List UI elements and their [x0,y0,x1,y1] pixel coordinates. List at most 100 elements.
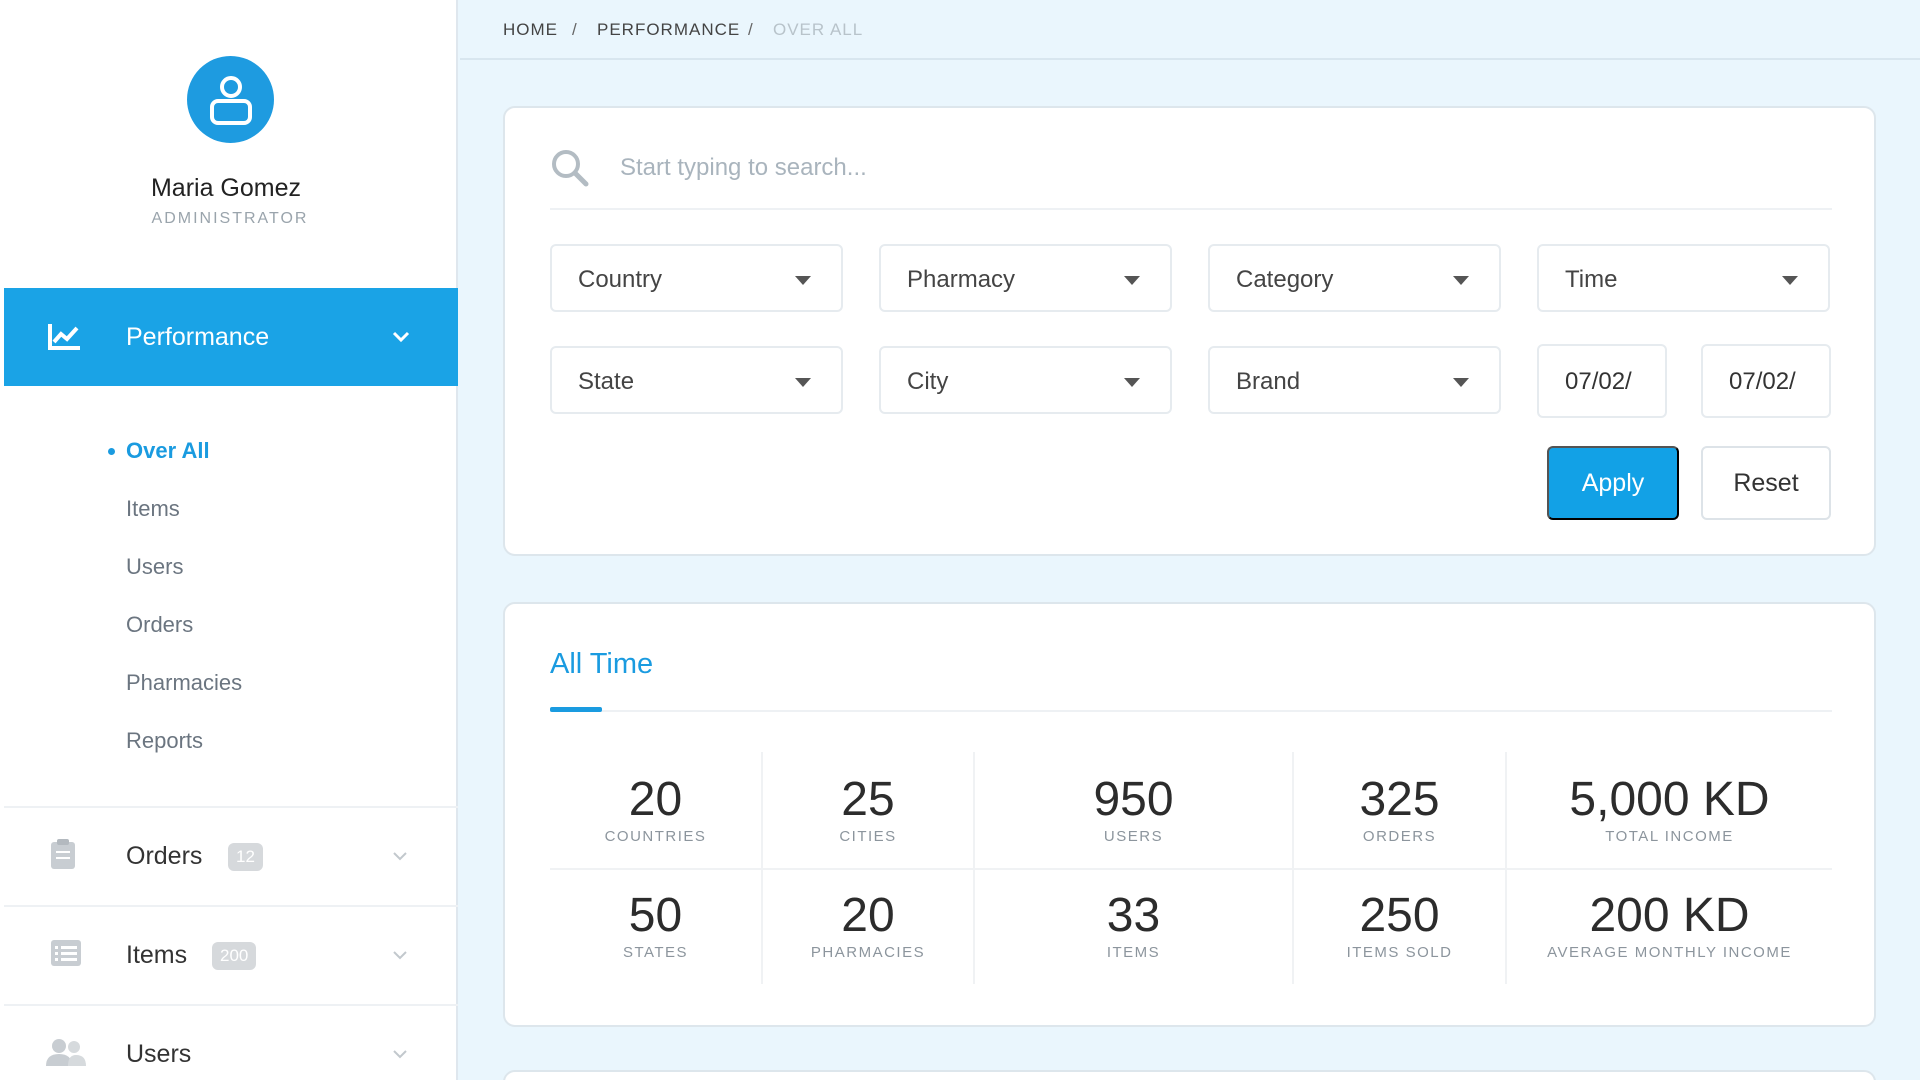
breadcrumb-performance[interactable]: PERFORMANCE [597,20,740,40]
breadcrumb-separator: / [748,20,753,39]
stat-orders: 325 ORDERS [1294,773,1505,846]
pharmacy-select-value: Pharmacy [907,266,1016,293]
brand-select[interactable]: Brand [1208,346,1501,414]
stat-value: 20 [841,889,895,942]
stat-total-income: 5,000 KD TOTAL INCOME [1507,773,1832,846]
stat-label: ITEMS [1106,944,1161,961]
apply-button[interactable]: Apply [1547,446,1679,520]
chevron-down-icon[interactable] [392,848,408,866]
stat-value: 325 [1359,773,1440,826]
country-select[interactable]: Country [550,244,843,312]
profile-panel: Maria Gomez ADMINISTRATOR [0,0,458,288]
nav-performance[interactable]: Performance [4,288,458,386]
subnav-pharmacies[interactable]: Pharmacies [126,670,242,696]
caret-down-icon [1453,378,1469,387]
filter-card: Country Pharmacy Category Time State Cit… [503,106,1876,556]
stat-label: CITIES [839,828,897,845]
date-to-input[interactable]: 07/02/ [1701,344,1831,418]
caret-down-icon [795,276,811,285]
stat-value: 250 [1359,889,1440,942]
stat-label: COUNTRIES [604,828,707,845]
profile-name: Maria Gomez [150,174,302,202]
stat-value: 200 KD [1589,889,1750,942]
subnav-users[interactable]: Users [126,554,183,580]
stat-label: ORDERS [1362,828,1437,845]
search-icon [550,148,590,193]
orders-count-badge: 12 [228,842,263,871]
chevron-down-icon[interactable] [392,1046,408,1064]
stat-value: 20 [628,773,683,826]
date-from-input[interactable]: 07/02/ [1537,344,1667,418]
stat-states: 50 STATES [550,889,761,962]
tab-all-time[interactable]: All Time [550,648,653,681]
clipboard-icon [50,838,76,875]
nav-items-label: Items [126,941,188,969]
stat-label: ITEMS SOLD [1346,944,1453,961]
stat-pharmacies: 20 PHARMACIES [763,889,973,962]
date-to-value: 07/02/ [1729,368,1796,395]
next-card [503,1070,1876,1080]
sidebar: Maria Gomez ADMINISTRATOR Performance Ov… [0,0,458,1080]
pharmacy-select[interactable]: Pharmacy [879,244,1172,312]
stat-value: 950 [1093,773,1174,826]
nav-items[interactable]: Items 200 [4,905,458,1004]
tab-divider [550,710,1832,712]
reset-button[interactable]: Reset [1701,446,1831,520]
stat-value: 25 [841,773,895,826]
caret-down-icon [1782,276,1798,285]
search-input[interactable] [620,148,1720,188]
stat-value: 50 [628,889,683,942]
items-count-badge: 200 [212,941,257,970]
list-icon [50,939,82,972]
category-select[interactable]: Category [1208,244,1501,312]
chart-line-icon [48,322,82,355]
stat-cities: 25 CITIES [763,773,973,846]
stat-countries: 20 COUNTRIES [550,773,761,846]
user-icon [209,75,252,125]
date-from-value: 07/02/ [1565,368,1632,395]
caret-down-icon [795,378,811,387]
caret-down-icon [1124,276,1140,285]
stat-label: TOTAL INCOME [1605,828,1734,845]
nav-users[interactable]: Users [4,1004,458,1080]
stats-card: All Time 20 COUNTRIES 25 CITIES 950 USER… [503,602,1876,1027]
category-select-value: Category [1236,266,1334,293]
state-select-value: State [578,368,635,395]
stat-items: 33 ITEMS [975,890,1292,962]
state-select[interactable]: State [550,346,843,414]
subnav-over-all[interactable]: Over All [126,438,210,464]
search-bar [550,138,1832,210]
city-select-value: City [907,368,949,395]
chevron-down-icon[interactable] [392,330,410,348]
stat-average-monthly-income: 200 KD AVERAGE MONTHLY INCOME [1507,889,1832,962]
stat-value: 5,000 KD [1569,773,1770,826]
nav-users-label: Users [126,1040,192,1068]
breadcrumb-separator: / [572,20,577,39]
avatar[interactable] [187,56,274,143]
users-icon [46,1038,86,1071]
active-dot [108,448,115,455]
city-select[interactable]: City [879,346,1172,414]
brand-select-value: Brand [1236,368,1301,395]
stat-users: 950 USERS [975,773,1292,846]
grid-divider [550,868,1832,870]
nav-performance-label: Performance [126,322,270,351]
breadcrumb-home[interactable]: HOME [503,20,558,40]
caret-down-icon [1124,378,1140,387]
country-select-value: Country [578,266,663,293]
subnav-items[interactable]: Items [126,496,180,522]
stat-label: STATES [622,944,689,961]
nav-orders[interactable]: Orders 12 [4,806,458,905]
caret-down-icon [1453,276,1469,285]
time-select-value: Time [1565,266,1618,293]
stat-label: AVERAGE MONTHLY INCOME [1547,944,1792,961]
profile-role: ADMINISTRATOR [151,210,309,227]
subnav-orders[interactable]: Orders [126,612,193,638]
stat-label: USERS [1103,828,1164,845]
stat-label: PHARMACIES [810,944,926,961]
chevron-down-icon[interactable] [392,947,408,965]
time-select[interactable]: Time [1537,244,1830,312]
breadcrumb: HOME / PERFORMANCE / OVER ALL [460,0,1920,60]
subnav-reports[interactable]: Reports [126,728,203,754]
breadcrumb-current: OVER ALL [773,20,864,39]
